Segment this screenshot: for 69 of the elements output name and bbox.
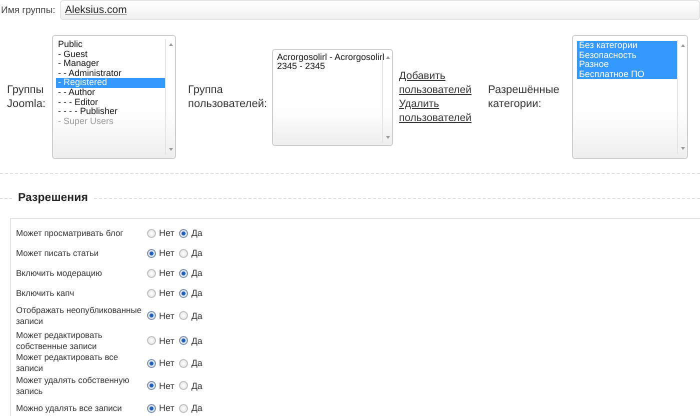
radio-label[interactable]: Да [191,288,202,298]
radio-label[interactable]: Да [191,380,202,390]
radio-label[interactable]: Нет [159,403,174,413]
scroll-up-icon[interactable] [168,43,172,46]
radio-button[interactable] [147,228,156,238]
radio-label[interactable]: Да [191,248,202,258]
scroll-down-icon[interactable] [386,136,390,138]
radio-label[interactable]: Да [191,358,202,368]
radio-button[interactable] [179,228,188,238]
radio-label[interactable]: Нет [159,336,174,346]
scroll-down-icon[interactable] [680,147,684,150]
field-label: Группа пользователей: [188,83,268,111]
radio-label[interactable]: Да [191,268,202,278]
permission-label: Может редактировать собственные записи [16,330,104,352]
radio-button[interactable] [147,336,156,345]
radio-button[interactable] [147,404,156,412]
radio-button[interactable] [179,336,188,345]
radio-button[interactable] [179,358,188,368]
radio-button[interactable] [179,268,188,278]
radio-button[interactable] [147,381,156,390]
radio-button[interactable] [147,311,156,320]
group-name-field[interactable]: Aleksius.com [60,0,700,20]
radio-label[interactable]: Да [191,403,202,413]
list-option[interactable]: - Guest [56,50,165,60]
permission-label: Включить модерацию [16,268,104,278]
radio-button[interactable] [147,358,156,368]
field-label: Имя группы: [1,4,56,16]
radio-label[interactable]: Да [191,228,202,238]
list-option[interactable]: - - - - Publisher [56,107,165,117]
list-box[interactable]: Acrorgosolirl - Acrorgosolirl 2345 - 2345 [272,48,393,146]
radio-label[interactable]: Нет [159,310,174,320]
radio-label[interactable]: Нет [159,288,174,298]
list-option[interactable]: - - - Editor [56,98,165,108]
field-label: Группы Joomla: [7,83,47,111]
list-option[interactable]: Acrorgosolirl - Acrorgosolirl [275,52,382,62]
radio-label[interactable]: Нет [159,358,174,368]
permission-label: Может писать статьи [16,248,100,258]
scroll-up-icon[interactable] [680,44,684,47]
list-option[interactable]: Public [56,40,165,50]
permission-label: Можно удалять все записи [16,402,123,414]
permission-label: Может редактировать все записи [16,352,120,374]
radio-label[interactable]: Да [191,336,202,346]
radio-button[interactable] [179,248,188,258]
radio-button[interactable] [147,268,156,278]
link[interactable]: Добавить пользователей [399,69,486,97]
radio-label[interactable]: Да [191,310,202,320]
scroll-down-icon[interactable] [168,148,172,151]
radio-label[interactable]: Нет [159,228,174,238]
link[interactable]: Удалить пользователей [399,97,486,125]
section-title: Разрешения [17,192,89,204]
radio-label[interactable]: Нет [159,380,174,390]
permission-label: Может удалять собственную запись [16,374,130,396]
radio-button[interactable] [147,288,156,298]
field-label: Разрешённые категории: [488,83,560,111]
radio-button[interactable] [147,248,156,258]
radio-label[interactable]: Нет [159,268,174,278]
permission-label: Включить капч [16,288,76,298]
scroll-up-icon[interactable] [386,56,390,58]
radio-button[interactable] [179,404,188,412]
list-option[interactable]: - - Administrator [56,68,165,78]
radio-button[interactable] [179,381,188,390]
permission-label: Отображать неопубликованные записи [16,304,143,326]
radio-label[interactable]: Нет [159,248,174,258]
radio-button[interactable] [179,288,188,298]
list-option[interactable]: 2345 - 2345 [275,62,382,72]
permission-label: Может просматривать блог [16,228,124,238]
radio-button[interactable] [179,311,188,320]
list-option[interactable]: - Manager [56,59,165,69]
list-option[interactable]: - - Author [56,88,165,98]
